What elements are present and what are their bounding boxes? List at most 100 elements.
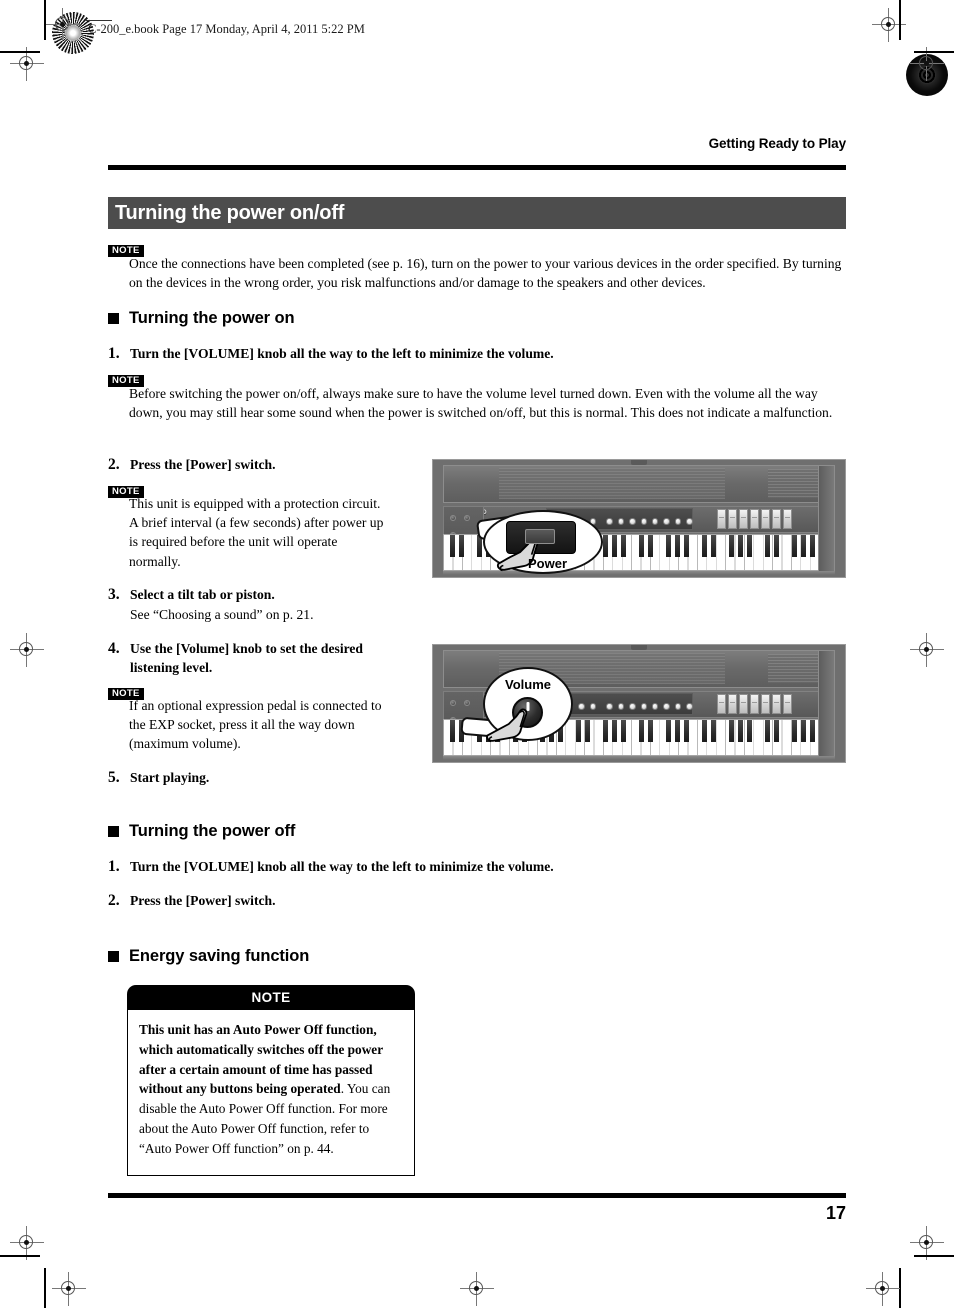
organ-illustration-power: ROLAND C-200 SERIES [432,459,846,578]
step-number: 2. [108,456,120,473]
registration-crosshair-mid-left [10,633,44,667]
section-heading-energy-saving: Energy saving function [108,947,309,966]
note-step4-text: If an optional expression pedal is conne… [129,698,382,752]
tilt-tab [749,694,759,714]
step-1-power-off: 1. Turn the [VOLUME] knob all the way to… [108,857,808,876]
panel-button [629,518,636,525]
panel-button [640,518,648,525]
step-2-power-on: 2. Press the [Power] switch. [108,455,408,474]
organ-button-row-b [606,703,648,710]
tilt-tab [716,509,726,529]
tilt-tab [749,509,759,529]
step-text: Turn the [VOLUME] knob all the way to th… [130,859,554,874]
step-3-subtext: See “Choosing a sound” on p. 21. [130,607,314,622]
panel-button [663,518,670,525]
organ-knob [463,700,470,707]
tilt-tab [716,694,726,714]
panel-button [674,518,682,525]
panel-button [686,703,693,710]
section-heading-power-off-label: Turning the power off [129,822,296,840]
note-box-auto-power-off: NOTE This unit has an Auto Power Off fun… [127,985,415,1176]
step-number: 2. [108,892,120,909]
tilt-tab [771,509,781,529]
step-text: Select a tilt tab or piston. [130,587,275,602]
tilt-tab [782,694,792,714]
panel-button [640,703,648,710]
intro-note-text: Once the connections have been completed… [129,256,842,291]
file-info-header: C-200_e.book Page 17 Monday, April 4, 20… [88,22,365,36]
running-head-title: Getting Ready to Play [708,136,847,151]
organ-side-panel [818,464,835,573]
step-2-power-off: 2. Press the [Power] switch. [108,891,808,910]
document-page: C-200_e.book Page 17 Monday, April 4, 20… [0,0,954,1308]
registration-crosshair-bottom-inner-right [866,1272,900,1306]
step-4-power-on: 4. Use the [Volume] knob to set the desi… [108,639,403,678]
organ-button-row-c [651,703,670,710]
tilt-tab [738,694,748,714]
step-5-power-on: 5. Start playing. [108,768,408,787]
tilt-tab [738,509,748,529]
panel-button [686,518,693,525]
organ-button-row-c [651,518,670,525]
panel-button [606,518,613,525]
trim-line-bottom-left-vertical [44,1268,46,1308]
tilt-tab [782,509,792,529]
panel-button [663,703,670,710]
callout-label-volume: Volume [505,677,551,692]
panel-button [589,703,597,710]
step-number: 1. [108,345,120,362]
organ-knob [463,515,470,522]
step-text: Press the [Power] switch. [130,457,276,472]
organ-button-row-d [674,518,693,525]
organ-side-panel [818,649,835,758]
power-switch-button[interactable] [525,529,555,544]
organ-base-rail [443,755,835,761]
callout-label-power: Power [528,556,568,571]
registration-crosshair-mid-right [910,633,944,667]
panel-button [617,518,625,525]
step-text: Use the [Volume] knob to set the desired… [130,641,363,676]
step-number: 3. [108,586,120,603]
tilt-tab [727,694,737,714]
step-text: Turn the [VOLUME] knob all the way to th… [130,346,554,361]
registration-crosshair-bottom-inner-left [52,1272,86,1306]
section-heading-power-off: Turning the power off [108,822,295,841]
registration-crosshair-bottom-center [460,1272,494,1306]
registration-crosshair-top-inner-left [46,8,80,42]
bullet-square-icon [108,826,119,837]
note-box-header: NOTE [127,985,415,1010]
section-heading-power-on-label: Turning the power on [129,309,295,327]
trim-line-top-left-horizontal [0,51,40,53]
footer-rule [108,1193,846,1198]
panel-button [651,518,659,525]
organ-button-row-d [674,703,693,710]
trim-line-top-right-vertical [899,0,901,40]
trim-line-bottom-right-horizontal [914,1255,954,1257]
panel-button [606,703,613,710]
panel-button [617,703,625,710]
organ-illustration-volume: ROLAND C-200 SERIES [432,644,846,763]
panel-button [629,703,636,710]
tilt-tab [760,509,770,529]
pointing-hand-icon [486,708,528,743]
header-rule [108,165,846,170]
note-box-body: This unit has an Auto Power Off function… [127,1010,415,1176]
page-number: 17 [825,1203,846,1223]
step-number: 5. [108,769,120,786]
organ-music-rack [443,464,835,504]
file-info-rule [86,20,112,21]
organ-tilt-tabs-right [716,694,792,714]
note-step1-text: Before switching the power on/off, alway… [129,386,833,421]
registration-crosshair-top-inner-right [872,8,906,42]
organ-volume-knob[interactable] [449,700,456,707]
panel-button [651,703,659,710]
step-text: Start playing. [130,770,210,785]
organ-button-row-b [606,518,648,525]
section-heading-power-on: Turning the power on [108,309,295,328]
step-number: 1. [108,858,120,875]
note-step2-text: This unit is equipped with a protection … [129,496,384,569]
tilt-tab [771,694,781,714]
panel-button [578,703,585,710]
page-title: Turning the power on/off [115,201,345,224]
step-1-power-on: 1. Turn the [VOLUME] knob all the way to… [108,344,808,363]
